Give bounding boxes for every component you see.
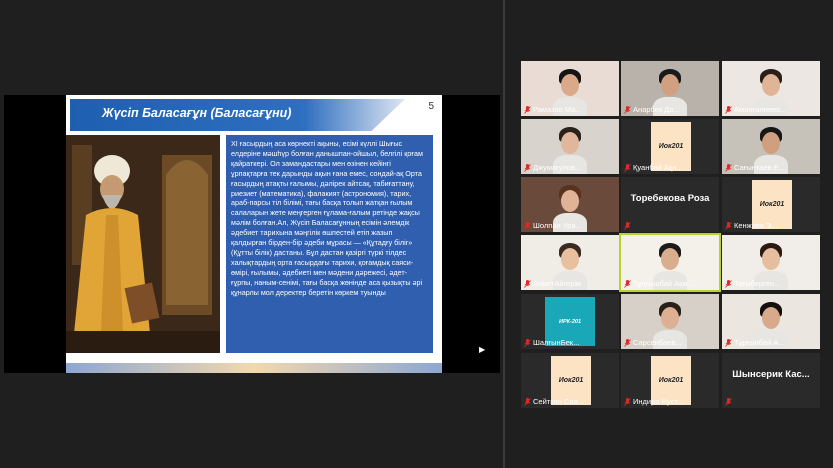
- muted-mic-icon: [624, 398, 631, 406]
- slide-text-box: XI ғасырдың аса көрнекті ақыны, есімі кү…: [226, 135, 433, 353]
- mouse-cursor-icon: ▶: [479, 345, 486, 354]
- participant-tile[interactable]: Тағыберген...: [722, 235, 820, 290]
- participant-name: Сарсенбаев...: [633, 338, 682, 347]
- participant-tile[interactable]: Иок201 Кенжава Э...: [722, 177, 820, 232]
- profile-card-text: Иок201: [759, 201, 785, 208]
- participant-tile[interactable]: Иок201 Қуанбай Ақн...: [621, 119, 719, 174]
- muted-mic-icon: [624, 106, 631, 114]
- muted-mic-icon: [524, 398, 531, 406]
- presentation-slide: Жүсіп Баласағұн (Баласағұни) 5 XI ғасырд…: [66, 95, 442, 373]
- slide-number: 5: [428, 101, 434, 112]
- slide-bottom-strip: [66, 363, 442, 373]
- participant-tile[interactable]: Сағынтаев Е...: [722, 119, 820, 174]
- panel-divider[interactable]: [503, 0, 505, 468]
- participant-name: Қуанбай Ақн...: [633, 163, 683, 172]
- muted-mic-icon: [624, 339, 631, 347]
- participant-tile[interactable]: Джумагулов...: [521, 119, 619, 174]
- muted-mic-icon: [624, 280, 631, 288]
- profile-card-text: Иок201: [658, 377, 684, 384]
- participant-name: АхметАйгерім: [533, 279, 582, 288]
- participant-name: Джумагулов...: [533, 163, 582, 172]
- participant-name: Тағыберген...: [734, 279, 781, 288]
- participant-display-name: Торебекова Роза: [630, 193, 710, 204]
- participant-name: ШалғынБек...: [533, 338, 580, 347]
- muted-mic-icon: [725, 339, 732, 347]
- profile-card-text: Иок201: [658, 143, 684, 150]
- participant-name: Шолпан Ура...: [533, 221, 582, 230]
- muted-mic-icon: [725, 222, 732, 230]
- participant-name: Рамазов Ма...: [533, 105, 582, 114]
- muted-mic-icon: [725, 164, 732, 172]
- muted-mic-icon: [524, 164, 531, 172]
- participant-tile[interactable]: Шолпан Ура...: [521, 177, 619, 232]
- muted-mic-icon: [624, 222, 631, 230]
- muted-mic-icon: [524, 222, 531, 230]
- participant-tile[interactable]: Шынсерик Кас...: [722, 353, 820, 408]
- participant-tile[interactable]: Анарбек Да...: [621, 61, 719, 116]
- muted-mic-icon: [524, 106, 531, 114]
- participant-tile[interactable]: Иок201 Индира Нуст...: [621, 353, 719, 408]
- muted-mic-icon: [524, 280, 531, 288]
- muted-mic-icon: [725, 398, 732, 406]
- participant-name: Сағынтаев Е...: [734, 163, 785, 172]
- slide-title: Жүсіп Баласағұн (Баласағұни): [102, 106, 292, 120]
- portrait-image: [66, 135, 220, 353]
- participant-tile[interactable]: Тұңғышбай Ақм...: [619, 233, 721, 292]
- muted-mic-icon: [725, 106, 732, 114]
- participant-name: Индира Нуст...: [633, 397, 684, 406]
- muted-mic-icon: [524, 339, 531, 347]
- participant-tile[interactable]: Тұрғынбай А...: [722, 294, 820, 349]
- participant-name: Тұңғышбай Ақм...: [633, 279, 694, 288]
- participant-name: Аманғалиева...: [734, 105, 787, 114]
- profile-logo-text: ИРК-201: [558, 318, 581, 325]
- participant-tile[interactable]: Торебекова Роза: [621, 177, 719, 232]
- muted-mic-icon: [725, 280, 732, 288]
- participant-name: Тұрғынбай А...: [734, 338, 785, 347]
- profile-card-text: Иок201: [558, 377, 584, 384]
- participant-tile[interactable]: ИРК-201 ШалғынБек...: [521, 294, 619, 349]
- muted-mic-icon: [624, 164, 631, 172]
- participant-tile[interactable]: Рамазов Ма...: [521, 61, 619, 116]
- participant-tile[interactable]: Сарсенбаев...: [621, 294, 719, 349]
- shared-screen[interactable]: Жүсіп Баласағұн (Баласағұни) 5 XI ғасырд…: [4, 95, 500, 373]
- participant-tile[interactable]: Аманғалиева...: [722, 61, 820, 116]
- portrait-painting: [66, 135, 220, 353]
- participant-tile[interactable]: АхметАйгерім: [521, 235, 619, 290]
- participant-display-name: Шынсерик Кас...: [732, 369, 810, 380]
- participant-name: Сейткан Сая...: [533, 397, 585, 406]
- participant-tile[interactable]: Иок201 Сейткан Сая...: [521, 353, 619, 408]
- participant-name: Анарбек Да...: [633, 105, 680, 114]
- participant-name: Кенжава Э...: [734, 221, 778, 230]
